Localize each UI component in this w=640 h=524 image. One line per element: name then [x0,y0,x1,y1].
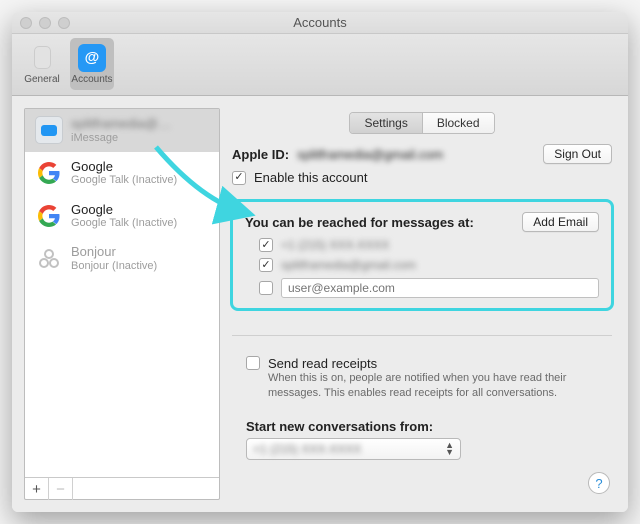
reachable-value: splitframedia@gmail.com [281,258,416,272]
prefs-toolbar: General @ Accounts [12,34,628,96]
account-name: Google [71,202,177,218]
detail-tabs: Settings Blocked [349,112,494,134]
google-icon [35,202,63,230]
reachable-checkbox[interactable] [259,238,273,252]
accounts-window: Accounts General @ Accounts splitframedi… [12,12,628,512]
tab-blocked[interactable]: Blocked [422,113,494,133]
sidebar-item-bonjour[interactable]: Bonjour Bonjour (Inactive) [25,237,219,280]
content: splitframedia@… iMessage Google Google T… [12,96,628,512]
help-button[interactable]: ? [588,472,610,494]
reachable-item-new [259,278,599,298]
tab-general-label: General [24,74,60,85]
bonjour-icon [35,245,63,273]
add-email-button[interactable]: Add Email [522,212,599,232]
read-receipts-label: Send read receipts [268,356,612,371]
account-name: Bonjour [71,244,157,260]
tab-accounts[interactable]: @ Accounts [70,38,114,90]
sidebar-item-google-1[interactable]: Google Google Talk (Inactive) [25,152,219,195]
phone-icon [28,44,56,72]
enable-account-checkbox[interactable] [232,171,246,185]
reachable-checkbox[interactable] [259,258,273,272]
enable-account-label: Enable this account [254,170,367,185]
sidebar-toolbar: + − [25,477,219,499]
window-title: Accounts [12,15,628,30]
reachable-item-email: splitframedia@gmail.com [259,258,599,272]
tab-general[interactable]: General [20,38,64,90]
divider [232,335,612,336]
reachable-checkbox[interactable] [259,281,273,295]
start-new-label: Start new conversations from: [246,419,612,434]
sidebar-item-google-2[interactable]: Google Google Talk (Inactive) [25,195,219,238]
sidebar-item-imessage[interactable]: splitframedia@… iMessage [25,109,219,152]
add-account-button[interactable]: + [25,478,49,500]
google-icon [35,159,63,187]
accounts-sidebar: splitframedia@… iMessage Google Google T… [24,108,220,500]
remove-account-button[interactable]: − [49,478,73,500]
titlebar[interactable]: Accounts [12,12,628,34]
start-new-select[interactable]: +1 (215) XXX-XXXX ▲▼ [246,438,461,460]
read-receipts-desc: When this is on, people are notified whe… [268,371,612,401]
account-sub: Bonjour (Inactive) [71,260,157,273]
account-name: splitframedia@… [71,116,171,132]
start-new-value: +1 (215) XXX-XXXX [253,442,361,456]
tab-accounts-label: Accounts [71,74,112,85]
read-receipts-checkbox[interactable] [246,356,260,370]
chevron-up-down-icon: ▲▼ [445,442,454,455]
at-icon: @ [78,44,106,72]
accounts-list[interactable]: splitframedia@… iMessage Google Google T… [25,109,219,477]
reachable-value: +1 (215) XXX-XXXX [281,238,389,252]
reachable-heading: You can be reached for messages at: [245,215,474,230]
account-name: Google [71,159,177,175]
reachable-item-phone: +1 (215) XXX-XXXX [259,238,599,252]
account-detail: Settings Blocked Apple ID: splitframedia… [232,108,616,500]
apple-id-value: splitframedia@gmail.com [297,147,443,162]
reachable-addresses-box: You can be reached for messages at: Add … [230,199,614,311]
imessage-icon [35,116,63,144]
tab-settings[interactable]: Settings [350,113,421,133]
account-sub: Google Talk (Inactive) [71,174,177,187]
account-sub: Google Talk (Inactive) [71,217,177,230]
sign-out-button[interactable]: Sign Out [543,144,612,164]
new-email-input[interactable] [281,278,599,298]
apple-id-label: Apple ID: [232,147,289,162]
account-sub: iMessage [71,132,171,145]
